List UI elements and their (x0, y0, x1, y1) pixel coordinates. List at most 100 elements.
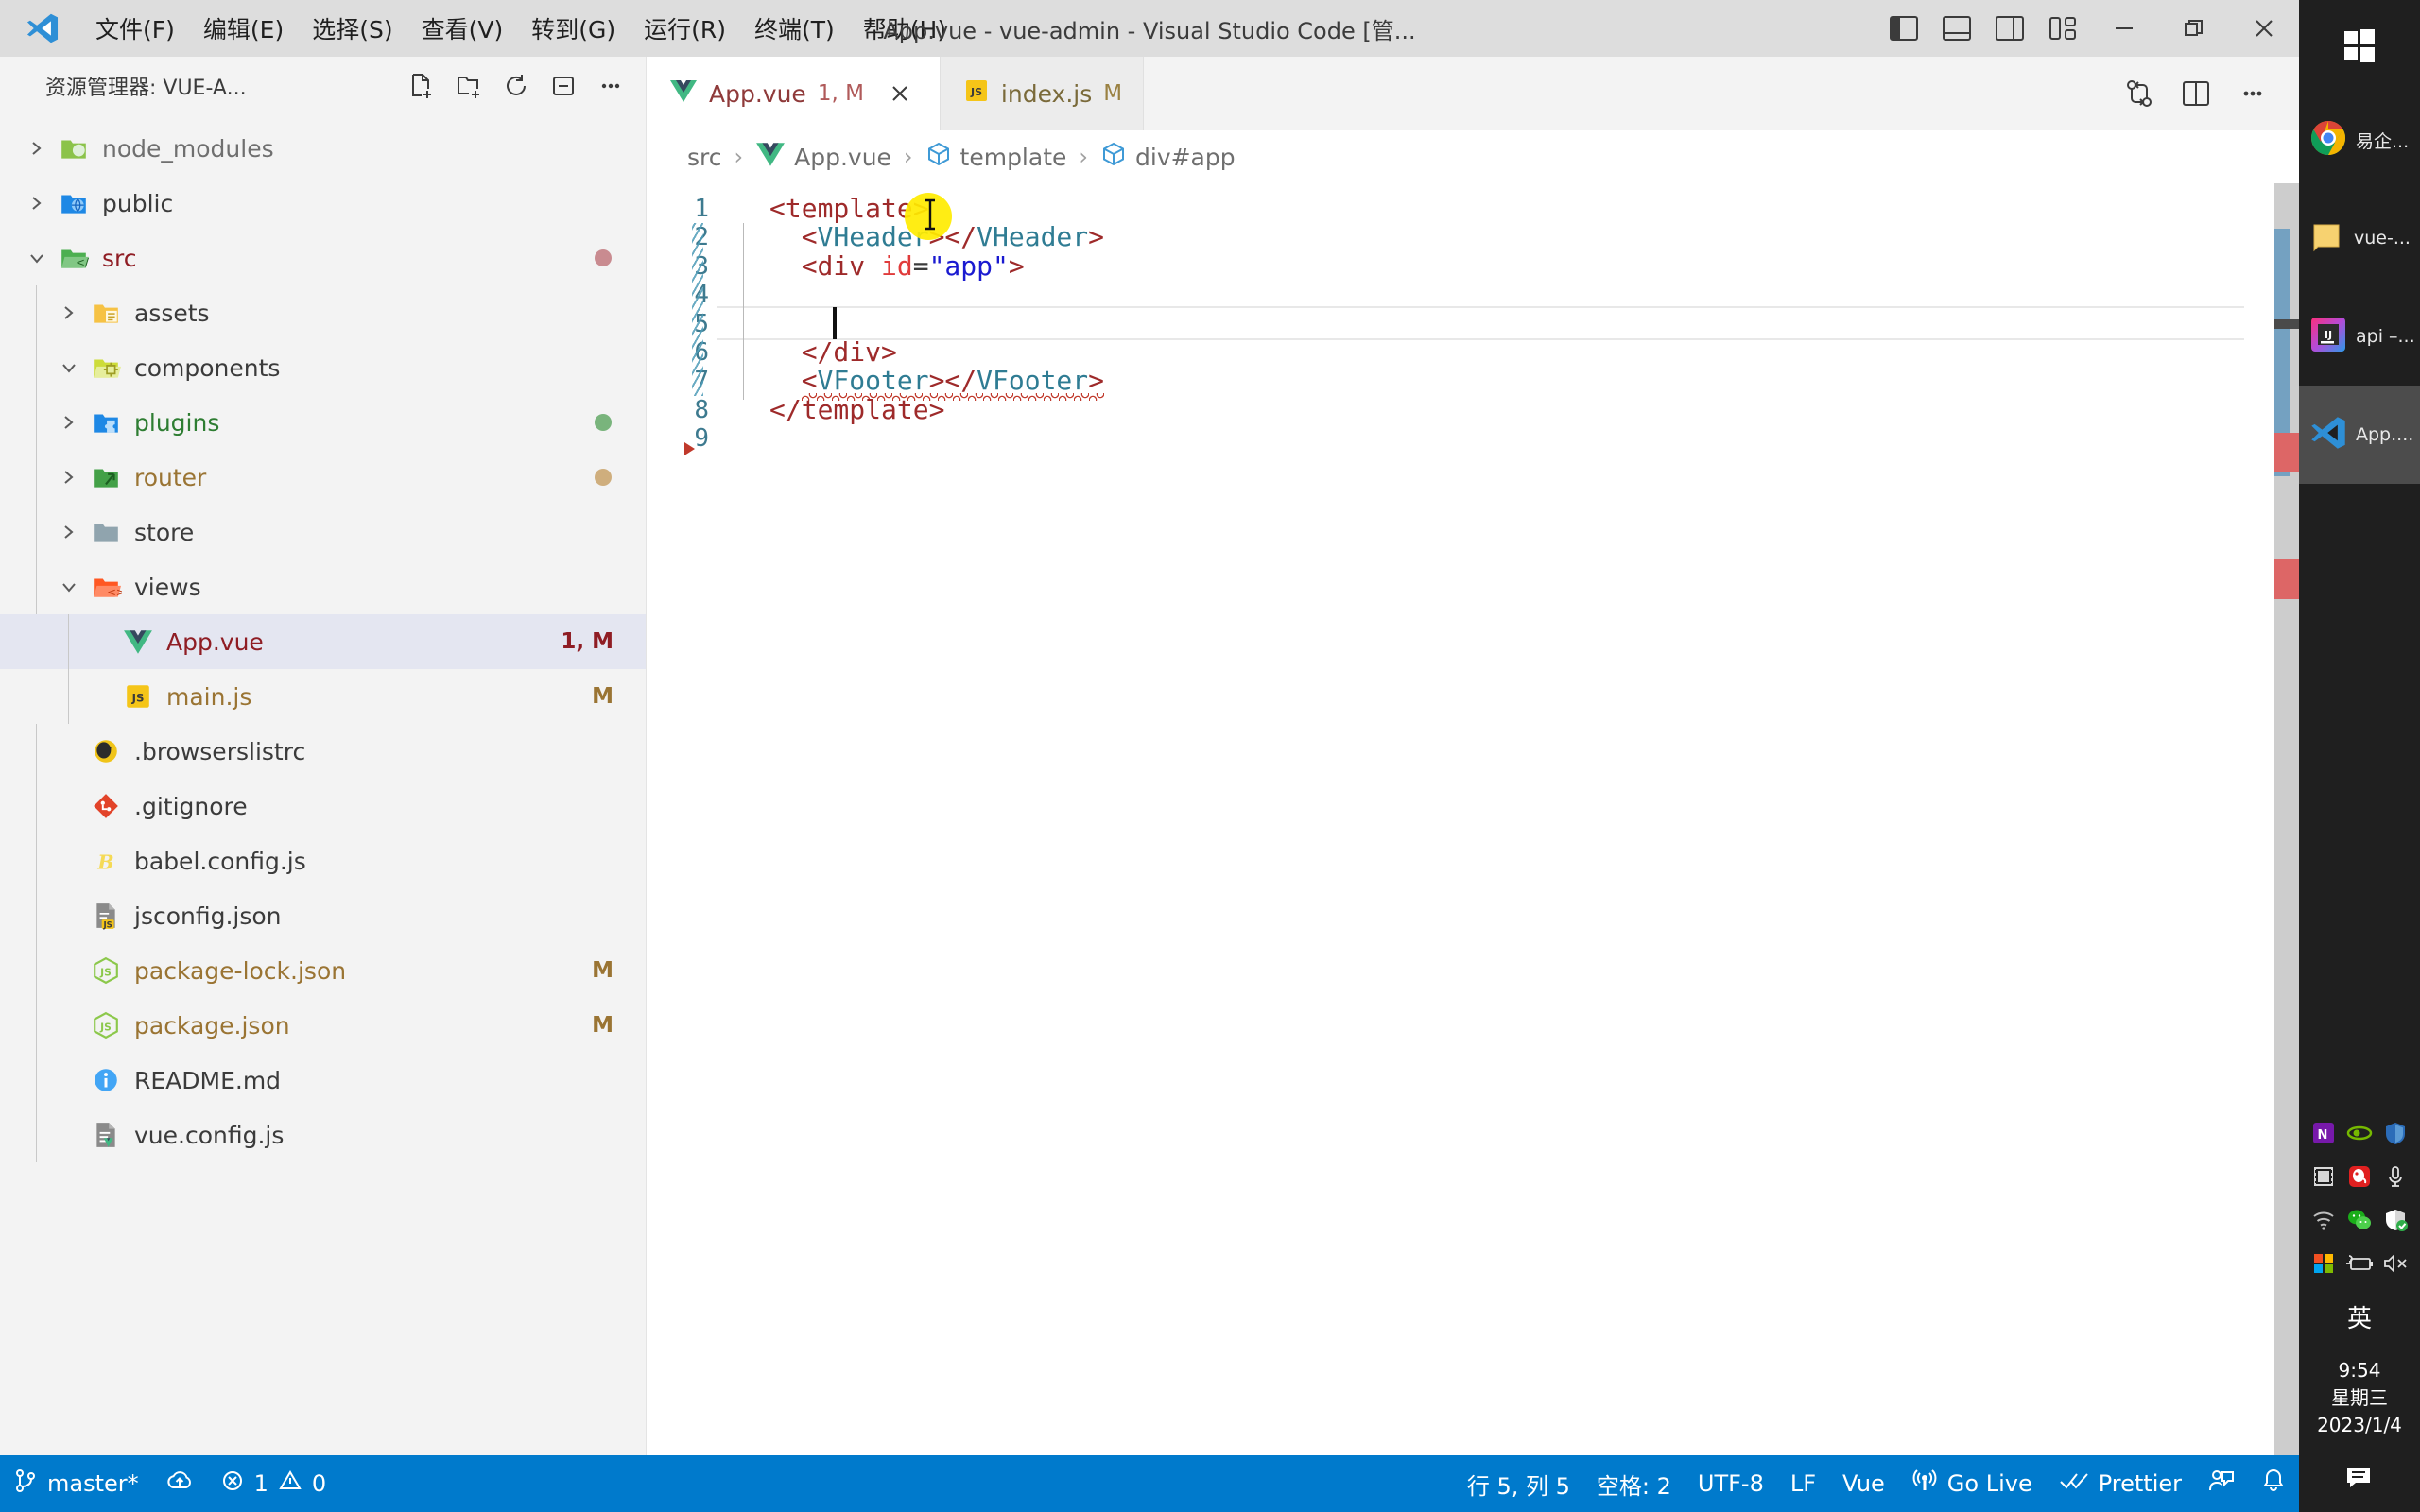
tree-file-readme-md[interactable]: README.md (0, 1053, 646, 1108)
wechat-icon[interactable] (2342, 1203, 2377, 1237)
microsoft-icon[interactable] (2307, 1246, 2341, 1280)
tab-app-vue[interactable]: App.vue 1, M (647, 57, 941, 130)
menu-edit[interactable]: 编辑(E) (189, 6, 298, 51)
tree-folder-src[interactable]: </> src (0, 231, 646, 285)
taskbar-app-vscode[interactable]: App.... (2299, 386, 2420, 484)
source-control-compare-icon[interactable] (2114, 68, 2165, 119)
status-eol[interactable]: LF (1777, 1455, 1829, 1512)
refresh-explorer-icon[interactable] (494, 64, 538, 108)
notification-icon[interactable] (2342, 1449, 2377, 1512)
chevron-right-icon[interactable] (53, 469, 85, 486)
tree-file-gitignore[interactable]: .gitignore (0, 779, 646, 833)
minimap[interactable] (2244, 183, 2299, 1455)
ime-indicator[interactable]: 英 (2347, 1286, 2372, 1348)
menu-selection[interactable]: 选择(S) (298, 6, 406, 51)
code-line[interactable]: <VFooter></VFooter> (802, 367, 1104, 395)
status-cursor-position[interactable]: 行 5, 列 5 (1454, 1455, 1583, 1512)
code-line[interactable]: <div id="app"> (802, 251, 1025, 281)
code-content[interactable]: <template><VHeader></VHeader><div id="ap… (717, 183, 2299, 1455)
editor-more-actions-icon[interactable] (2227, 68, 2278, 119)
menu-file[interactable]: 文件(F) (81, 6, 189, 51)
status-branch[interactable]: master* (0, 1455, 152, 1512)
file-tree[interactable]: node_modulespublic </> src assets components… (0, 115, 646, 1455)
chevron-right-icon[interactable] (53, 524, 85, 541)
menu-help[interactable]: 帮助(H) (849, 6, 960, 51)
chevron-right-icon[interactable] (21, 195, 53, 212)
close-button[interactable] (2229, 0, 2299, 57)
network-icon[interactable] (2307, 1203, 2341, 1237)
taskbar-app-chrome[interactable]: 易企... (2299, 91, 2420, 189)
tree-folder-public[interactable]: public (0, 176, 646, 231)
tree-file-app-vue[interactable]: App.vue 1, M (0, 614, 646, 669)
breadcrumb[interactable]: src › App.vue › template › div#app (647, 130, 2299, 183)
qq-icon[interactable] (2342, 1160, 2377, 1194)
tree-folder-store[interactable]: store (0, 505, 646, 559)
customize-layout-icon[interactable] (2036, 0, 2089, 57)
code-line[interactable]: <VHeader></VHeader> (802, 223, 1104, 251)
windows-start-icon[interactable] (2299, 0, 2420, 91)
status-notifications[interactable] (2248, 1455, 2299, 1512)
tree-file-package-lock-json[interactable]: JS package-lock.json M (0, 943, 646, 998)
tree-folder-node-modules[interactable]: node_modules (0, 121, 646, 176)
taskbar-app-intellij[interactable]: IJ api –... (2299, 287, 2420, 386)
defender-icon[interactable] (2378, 1203, 2412, 1237)
overview-ruler[interactable] (2274, 183, 2299, 1455)
tree-file-browserslistrc[interactable]: .browserslistrc (0, 724, 646, 779)
onenote-icon[interactable]: N (2307, 1116, 2341, 1150)
code-line[interactable]: </div> (802, 338, 897, 367)
volume-muted-icon[interactable] (2378, 1246, 2412, 1280)
status-language-mode[interactable]: Vue (1829, 1455, 1898, 1512)
tree-file-babel-config-js[interactable]: Bbabel.config.js (0, 833, 646, 888)
menu-run[interactable]: 运行(R) (630, 6, 740, 51)
status-problems[interactable]: 1 0 (207, 1455, 340, 1512)
chevron-down-icon[interactable] (53, 359, 85, 376)
tree-folder-plugins[interactable]: plugins (0, 395, 646, 450)
tree-file-vue-config-js[interactable]: vue.config.js (0, 1108, 646, 1162)
breadcrumb-item-template[interactable]: template (921, 138, 1072, 176)
tree-file-jsconfig-json[interactable]: JS jsconfig.json (0, 888, 646, 943)
menu-go[interactable]: 转到(G) (517, 6, 630, 51)
battery-charging-icon[interactable] (2342, 1246, 2377, 1280)
breadcrumb-item-div-app[interactable]: div#app (1096, 138, 1240, 176)
media-icon[interactable] (2307, 1160, 2341, 1194)
chevron-right-icon[interactable] (53, 304, 85, 321)
status-encoding[interactable]: UTF-8 (1685, 1455, 1777, 1512)
breadcrumb-item-app-vue[interactable]: App.vue (751, 138, 896, 176)
microphone-icon[interactable] (2378, 1160, 2412, 1194)
menu-view[interactable]: 查看(V) (407, 6, 518, 51)
chevron-down-icon[interactable] (21, 249, 53, 266)
tree-file-main-js[interactable]: JS main.js M (0, 669, 646, 724)
tab-index-js[interactable]: JS index.js M (940, 57, 1145, 130)
explorer-more-actions-icon[interactable] (589, 64, 632, 108)
restore-button[interactable] (2159, 0, 2229, 57)
status-indentation[interactable]: 空格: 2 (1583, 1455, 1685, 1512)
tree-file-package-json[interactable]: JS package.json M (0, 998, 646, 1053)
nvidia-icon[interactable] (2342, 1116, 2377, 1150)
tree-folder-assets[interactable]: assets (0, 285, 646, 340)
lastpass-icon[interactable] (2378, 1116, 2412, 1150)
code-editor[interactable]: 123456789 <template><VHeader></VHeader><… (647, 183, 2299, 1455)
menu-terminal[interactable]: 终端(T) (740, 6, 849, 51)
chevron-right-icon[interactable] (53, 414, 85, 431)
split-editor-icon[interactable] (2170, 68, 2221, 119)
new-file-icon[interactable] (400, 64, 443, 108)
taskbar-app-folder[interactable]: vue-... (2299, 189, 2420, 287)
code-line[interactable]: </template> (769, 395, 944, 424)
tree-folder-components[interactable]: components (0, 340, 646, 395)
toggle-primary-sidebar-icon[interactable] (1877, 0, 1930, 57)
status-sync[interactable] (152, 1455, 207, 1512)
status-go-live[interactable]: Go Live (1898, 1455, 2046, 1512)
taskbar-clock[interactable]: 9:54 星期三 2023/1/4 (2317, 1348, 2402, 1449)
tree-folder-router[interactable]: router (0, 450, 646, 505)
toggle-panel-icon[interactable] (1930, 0, 1983, 57)
status-feedback[interactable] (2195, 1455, 2248, 1512)
status-prettier[interactable]: Prettier (2046, 1455, 2195, 1512)
tree-folder-views[interactable]: <> views (0, 559, 646, 614)
new-folder-icon[interactable] (447, 64, 491, 108)
chevron-down-icon[interactable] (53, 578, 85, 595)
tab-close-icon[interactable] (881, 75, 919, 112)
toggle-secondary-sidebar-icon[interactable] (1983, 0, 2036, 57)
collapse-folders-icon[interactable] (542, 64, 585, 108)
minimize-button[interactable] (2089, 0, 2159, 57)
breadcrumb-item-src[interactable]: src (683, 141, 727, 174)
